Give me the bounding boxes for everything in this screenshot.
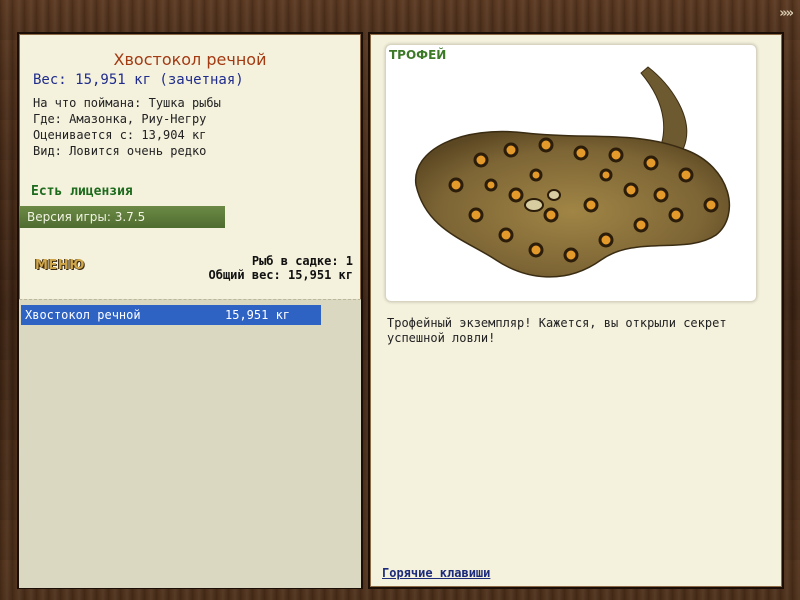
- fish-count: Рыб в садке: 1: [251, 254, 353, 268]
- keepnet-list: Хвостокол речной 15,951 кг: [19, 299, 361, 588]
- trophy-description: Трофейный экземпляр! Кажется, вы открыли…: [387, 316, 727, 345]
- list-item-name: Хвостокол речной: [25, 308, 141, 322]
- trophy-panel: ТРОФЕЙ Трофейный экземпляр! Кажется, вы …: [368, 32, 784, 589]
- fish-weight: Вес: 15,951 кг (зачетная): [33, 72, 244, 88]
- menu-button[interactable]: МЕНЮ: [35, 258, 85, 273]
- hotkeys-link[interactable]: Горячие клавиши: [382, 566, 490, 580]
- fish-location: Где: Амазонка, Риу-Негру: [33, 112, 207, 126]
- fish-info-panel: Хвостокол речной Вес: 15,951 кг (зачетна…: [17, 32, 363, 589]
- version-bar: Версия игры: 3.7.5: [19, 206, 225, 228]
- forward-arrows-icon[interactable]: »»: [779, 6, 794, 21]
- fish-image-frame: ТРОФЕЙ: [385, 44, 757, 302]
- fish-valued-from: Оценивается с: 13,904 кг: [33, 128, 207, 142]
- total-weight: Общий вес: 15,951 кг: [208, 268, 354, 282]
- license-status: Есть лицензия: [31, 184, 133, 199]
- list-item-weight: 15,951 кг: [225, 308, 291, 322]
- fish-rarity: Вид: Ловится очень редко: [33, 144, 207, 158]
- list-item[interactable]: Хвостокол речной 15,951 кг: [21, 305, 321, 325]
- fish-title: Хвостокол речной: [113, 50, 267, 69]
- keepnet-summary: Рыб в садке: 1 Общий вес: 15,951 кг: [209, 254, 354, 282]
- fish-bait: На что поймана: Тушка рыбы: [33, 96, 221, 110]
- stingray-image: [415, 66, 731, 278]
